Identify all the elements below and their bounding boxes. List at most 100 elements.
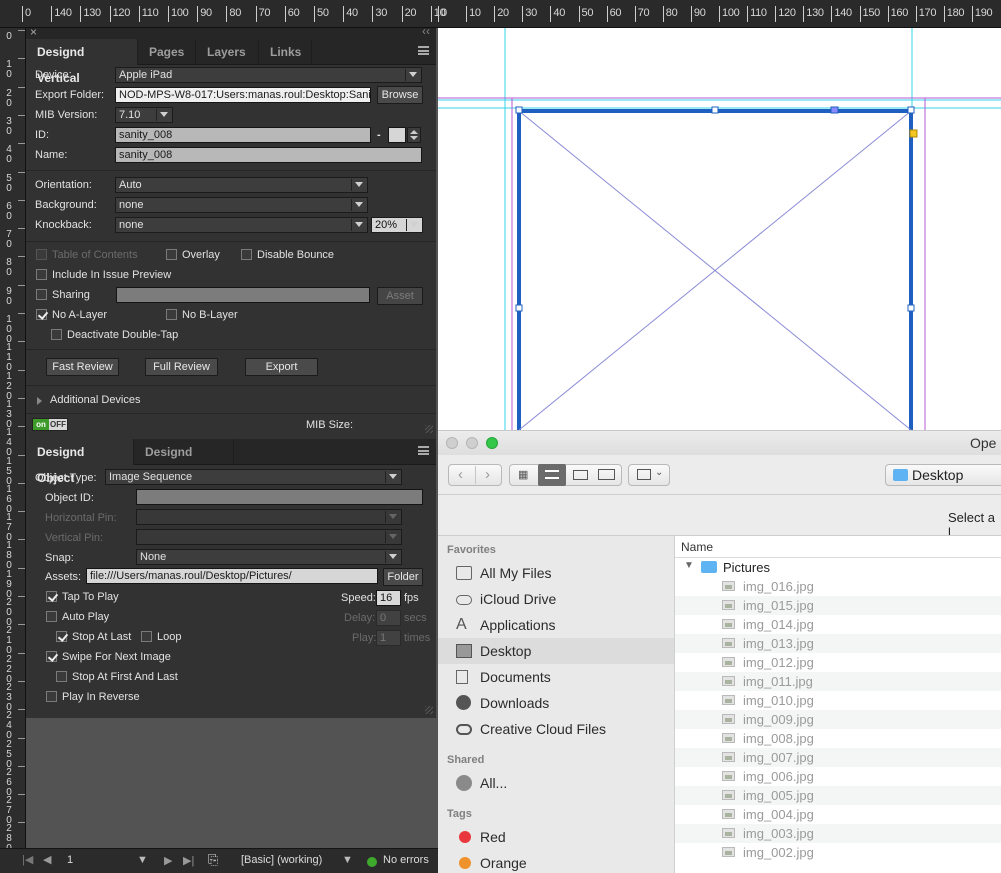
panel-menu-icon[interactable] — [418, 46, 429, 55]
frame-handle[interactable] — [907, 304, 915, 312]
loop-checkbox[interactable] — [141, 631, 152, 642]
page-number[interactable]: 1 — [67, 854, 73, 866]
frame-handle[interactable] — [830, 106, 839, 114]
stepper-up-icon[interactable] — [410, 130, 418, 134]
file-row[interactable]: img_003.jpg — [675, 824, 1001, 843]
file-row[interactable]: img_012.jpg — [675, 653, 1001, 672]
sidebar-item-applications[interactable]: A Applications — [438, 612, 674, 638]
sidebar-item-tag-red[interactable]: Red — [438, 824, 674, 850]
stop-first-last-checkbox[interactable] — [56, 671, 67, 682]
stepper-down-icon[interactable] — [410, 136, 418, 140]
sharing-checkbox[interactable] — [36, 289, 47, 300]
close-icon[interactable]: × — [30, 25, 37, 39]
page-dropdown-icon[interactable]: ▼ — [137, 854, 148, 866]
working-style-label[interactable]: [Basic] (working) — [241, 854, 322, 866]
overlay-checkbox[interactable] — [166, 249, 177, 260]
tab-designd-popup[interactable]: Designd Popup — [134, 439, 234, 485]
vertical-pin-select[interactable] — [136, 529, 402, 545]
browse-button[interactable]: Browse — [377, 86, 423, 104]
frame-handle[interactable] — [515, 304, 523, 312]
play-reverse-checkbox[interactable] — [46, 691, 57, 702]
knockback-select[interactable]: none — [115, 217, 368, 233]
sidebar-item-downloads[interactable]: Downloads — [438, 690, 674, 716]
object-type-select[interactable]: Image Sequence — [105, 469, 402, 485]
back-arrow-icon[interactable]: ‹ — [458, 466, 463, 483]
frame-handle[interactable] — [515, 106, 523, 114]
frame-handle[interactable] — [907, 106, 915, 114]
zoom-window-button[interactable] — [486, 437, 498, 449]
speed-field[interactable]: 16 — [376, 590, 401, 606]
file-row[interactable]: img_002.jpg — [675, 843, 1001, 862]
horizontal-pin-select[interactable] — [136, 509, 402, 525]
column-header[interactable]: Name — [675, 536, 1001, 558]
document-canvas[interactable] — [438, 28, 1001, 430]
sharing-field[interactable] — [116, 287, 370, 303]
delay-field[interactable]: 0 — [376, 610, 401, 626]
column-view-icon[interactable] — [573, 470, 588, 480]
tab-designd-vertical[interactable]: Designd Vertical — [26, 39, 138, 85]
file-row[interactable]: img_016.jpg — [675, 577, 1001, 596]
id-field[interactable]: sanity_008 — [115, 127, 371, 143]
coverflow-view-icon[interactable] — [598, 469, 615, 480]
toc-checkbox[interactable] — [36, 249, 47, 260]
sidebar-item-documents[interactable]: Documents — [438, 664, 674, 690]
horizontal-ruler[interactable]: 0 140 130 120 110 100 90 80 70 60 50 40 30 20 10 0 10 20 3… — [0, 0, 1001, 28]
orientation-select[interactable]: Auto — [115, 177, 368, 193]
tab-layers[interactable]: Layers — [196, 39, 259, 65]
tab-links[interactable]: Links — [259, 39, 312, 65]
sidebar-item-all-my-files[interactable]: All My Files — [438, 560, 674, 586]
folder-row[interactable]: ▼ Pictures — [675, 558, 1001, 577]
device-select[interactable]: Apple iPad — [115, 67, 422, 83]
swipe-next-checkbox[interactable] — [46, 651, 57, 662]
name-field[interactable]: sanity_008 — [115, 147, 422, 163]
stop-at-last-checkbox[interactable] — [56, 631, 67, 642]
next-page-icon[interactable]: ▶ — [164, 854, 172, 867]
resize-grip-icon[interactable] — [425, 425, 433, 433]
vertical-ruler[interactable]: 01 02 03 04 05 06 07 08 09 01 0 01 1 01 … — [0, 28, 26, 873]
file-row[interactable]: img_004.jpg — [675, 805, 1001, 824]
file-row[interactable]: img_015.jpg — [675, 596, 1001, 615]
no-a-layer-checkbox[interactable] — [36, 309, 47, 320]
file-row[interactable]: img_009.jpg — [675, 710, 1001, 729]
file-row[interactable]: img_006.jpg — [675, 767, 1001, 786]
collapse-icon[interactable]: ‹‹ — [422, 24, 430, 38]
style-dropdown-icon[interactable]: ▼ — [342, 854, 353, 866]
first-page-icon[interactable]: |◀ — [22, 853, 33, 866]
file-row[interactable]: img_011.jpg — [675, 672, 1001, 691]
export-button[interactable]: Export — [245, 358, 318, 376]
file-row[interactable]: img_008.jpg — [675, 729, 1001, 748]
tab-designd-object[interactable]: Designd Object — [26, 439, 134, 485]
id-stepper[interactable] — [407, 127, 421, 143]
disclosure-triangle-icon[interactable] — [37, 397, 42, 405]
file-row[interactable]: img_007.jpg — [675, 748, 1001, 767]
sidebar-item-icloud-drive[interactable]: iCloud Drive — [438, 586, 674, 612]
disable-bounce-checkbox[interactable] — [241, 249, 252, 260]
additional-devices-label[interactable]: Additional Devices — [50, 394, 141, 406]
tab-pages[interactable]: Pages — [138, 39, 196, 65]
deactivate-double-tap-checkbox[interactable] — [51, 329, 62, 340]
on-off-toggle[interactable]: on OFF — [32, 418, 68, 431]
no-b-layer-checkbox[interactable] — [166, 309, 177, 320]
snap-select[interactable]: None — [136, 549, 402, 565]
sidebar-item-tag-orange[interactable]: Orange — [438, 850, 674, 873]
file-row[interactable]: img_010.jpg — [675, 691, 1001, 710]
prev-page-icon[interactable]: ◀ — [43, 853, 51, 866]
forward-arrow-icon[interactable]: › — [485, 466, 490, 483]
corner-options-handle[interactable] — [909, 129, 918, 138]
sidebar-item-desktop[interactable]: Desktop — [438, 638, 674, 664]
file-row[interactable]: img_014.jpg — [675, 615, 1001, 634]
close-window-button[interactable] — [446, 437, 458, 449]
minimize-window-button[interactable] — [466, 437, 478, 449]
assets-field[interactable]: file:///Users/manas.roul/Desktop/Picture… — [86, 568, 378, 584]
fast-review-button[interactable]: Fast Review — [46, 358, 119, 376]
panel-menu-icon[interactable] — [418, 446, 429, 455]
folder-button[interactable]: Folder — [383, 568, 423, 586]
play-count-field[interactable]: 1 — [376, 630, 401, 646]
location-popup[interactable]: Desktop — [885, 464, 1001, 486]
sidebar-item-shared-all[interactable]: All... — [438, 770, 674, 796]
resize-grip-icon[interactable] — [425, 706, 433, 714]
mib-version-select[interactable]: 7.10 — [115, 107, 173, 123]
asset-button[interactable]: Asset — [377, 287, 423, 305]
file-row[interactable]: img_013.jpg — [675, 634, 1001, 653]
preflight-icon[interactable]: ⎘ — [208, 852, 218, 868]
